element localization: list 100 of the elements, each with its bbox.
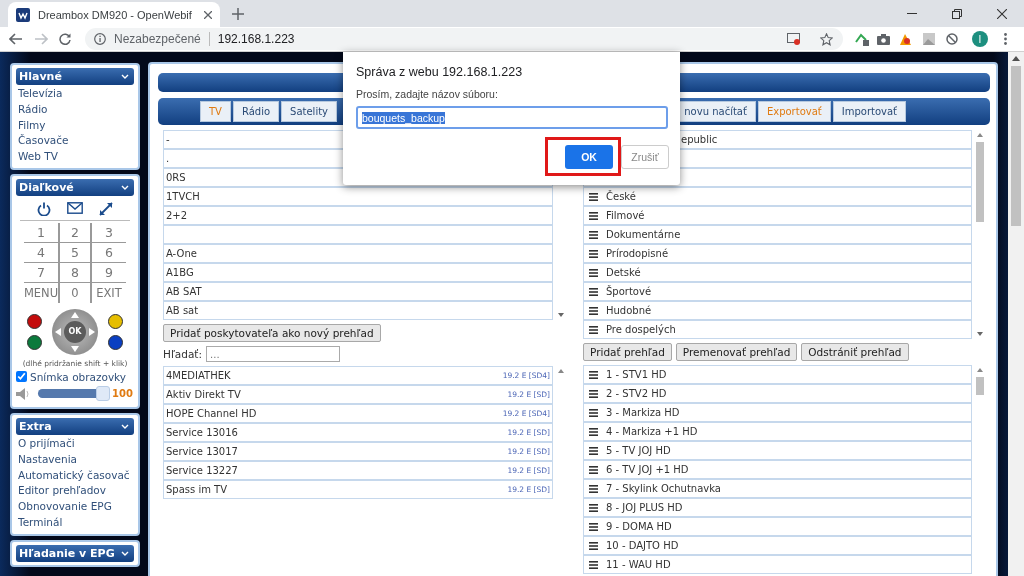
sidebar-link[interactable]: Web TV — [16, 149, 134, 165]
keypad-key[interactable]: 4 — [24, 243, 58, 263]
scroll-down-icon[interactable] — [977, 332, 983, 336]
section-header[interactable]: Hlavné — [16, 68, 134, 85]
section-header[interactable]: Hľadanie v EPG — [16, 544, 134, 562]
sidebar-link[interactable]: Filmy — [16, 117, 134, 134]
camera-icon[interactable] — [877, 33, 890, 45]
menu-icon[interactable] — [589, 484, 598, 493]
keypad-key[interactable]: 1 — [24, 223, 58, 243]
menu-icon[interactable] — [589, 211, 598, 220]
list-row[interactable]: 7 - Skylink Ochutnavka — [583, 479, 972, 498]
scroll-thumb[interactable] — [1011, 66, 1021, 226]
keypad-key[interactable]: 9 — [92, 263, 126, 283]
list-row[interactable]: 6 - TV JOJ +1 HD — [583, 460, 972, 479]
keypad-key[interactable]: 8 — [58, 263, 92, 283]
keypad-key[interactable]: 0 — [58, 283, 92, 303]
minimize-icon[interactable] — [906, 13, 917, 14]
menu-icon[interactable] — [589, 268, 598, 277]
direction-pad[interactable]: OK — [52, 309, 98, 355]
scroll-up-icon[interactable] — [977, 133, 983, 137]
menu-icon[interactable] — [589, 503, 598, 512]
sidebar-link[interactable]: Automatický časovač — [16, 467, 134, 484]
action-tab[interactable]: Importovať — [832, 101, 906, 122]
mail-icon[interactable] — [67, 202, 83, 214]
menu-icon[interactable] — [589, 465, 598, 474]
arrow-up-icon[interactable] — [71, 311, 79, 319]
keypad-key[interactable]: MENU — [24, 283, 58, 303]
tab[interactable]: Satelity — [281, 101, 337, 122]
list-row[interactable]: 10 - DAJTO HD — [583, 536, 972, 555]
list-row[interactable]: Pre dospelých — [583, 320, 972, 339]
list-row[interactable]: Športové — [583, 282, 972, 301]
scroll-up-icon[interactable] — [1012, 56, 1020, 61]
block-icon[interactable] — [946, 33, 958, 45]
close-icon[interactable] — [996, 8, 1007, 19]
section-header[interactable]: Extra — [16, 418, 134, 435]
new-tab-icon[interactable] — [232, 7, 244, 20]
list-row[interactable]: 4 - Markiza +1 HD — [583, 422, 972, 441]
scroll-thumb[interactable] — [976, 377, 984, 395]
power-icon[interactable] — [37, 202, 51, 216]
sidebar-link[interactable]: Televízia — [16, 86, 134, 102]
arrow-down-icon[interactable] — [71, 345, 79, 353]
menu-icon[interactable] — [589, 541, 598, 550]
star-icon[interactable] — [820, 32, 833, 46]
scrollbar[interactable] — [1008, 52, 1024, 576]
menu-icon[interactable] — [589, 522, 598, 531]
bouquet-button[interactable]: Odstrániť prehľad — [801, 343, 909, 361]
filename-field[interactable]: bouquets_backup — [356, 106, 668, 129]
scroll-thumb[interactable] — [976, 142, 984, 222]
provider-item[interactable]: A-One — [163, 244, 553, 263]
list-row[interactable]: 2 - STV2 HD — [583, 384, 972, 403]
ok-key[interactable]: OK — [64, 321, 86, 343]
menu-icon[interactable] — [589, 230, 598, 239]
color-key[interactable] — [108, 335, 123, 350]
scroll-down-icon[interactable] — [558, 313, 564, 317]
keypad-key[interactable]: 7 — [24, 263, 58, 283]
list-row[interactable]: 9 - DOMA HD — [583, 517, 972, 536]
list-row[interactable]: 1 - STV1 HD — [583, 365, 972, 384]
sidebar-link[interactable]: Časovače — [16, 133, 134, 150]
profile-avatar[interactable]: I — [972, 31, 988, 47]
color-key[interactable] — [27, 335, 42, 350]
provider-item[interactable]: A1BG — [163, 263, 553, 282]
menu-icon[interactable] — [589, 370, 598, 379]
menu-icon[interactable] — [589, 446, 598, 455]
ok-button[interactable]: OK — [565, 145, 613, 169]
page-icon[interactable] — [787, 33, 800, 45]
menu-icon[interactable] — [589, 287, 598, 296]
menu-icon[interactable] — [589, 325, 598, 334]
provider-item[interactable]: 1TVCH — [163, 187, 553, 206]
reload-icon[interactable] — [59, 33, 71, 45]
menu-icon[interactable] — [589, 408, 598, 417]
sidebar-link[interactable]: Rádio — [16, 101, 134, 118]
screenshot-checkbox[interactable] — [16, 371, 27, 383]
extension-icon[interactable] — [855, 32, 869, 46]
provider-item[interactable]: 2+2 — [163, 206, 553, 225]
menu-icon[interactable] — [589, 389, 598, 398]
list-row[interactable]: 5 - TV JOJ HD — [583, 441, 972, 460]
list-row[interactable]: Dokumentárne — [583, 225, 972, 244]
tab[interactable]: Rádio — [232, 101, 280, 122]
menu-icon[interactable] — [589, 427, 598, 436]
sidebar-link[interactable]: Nastavenia — [16, 451, 134, 468]
sidebar-link[interactable]: Editor prehľadov — [16, 483, 134, 500]
section-header[interactable]: Diaľkové — [16, 179, 134, 196]
menu-icon[interactable] — [589, 249, 598, 258]
keypad-key[interactable]: 3 — [92, 223, 126, 243]
list-row[interactable]: Hudobné — [583, 301, 972, 320]
list-row[interactable]: 3 - Markiza HD — [583, 403, 972, 422]
bouquet-button[interactable]: Pridať prehľad — [583, 343, 672, 361]
keypad-key[interactable]: EXIT — [92, 283, 126, 303]
color-key[interactable] — [108, 314, 123, 329]
sidebar-link[interactable]: O prijímači — [16, 436, 134, 452]
menu-icon[interactable] — [589, 306, 598, 315]
back-icon[interactable] — [9, 33, 23, 45]
scroll-up-icon[interactable] — [977, 368, 983, 372]
list-row[interactable]: České — [583, 187, 972, 206]
keypad-key[interactable]: 6 — [92, 243, 126, 263]
arrow-right-icon[interactable] — [88, 328, 96, 336]
browser-tab[interactable]: Dreambox DM920 - OpenWebif — [8, 2, 220, 27]
bouquet-button[interactable]: Premenovať prehľad — [675, 343, 798, 361]
scroll-up-icon[interactable] — [558, 369, 564, 373]
menu-icon[interactable] — [1004, 33, 1007, 45]
